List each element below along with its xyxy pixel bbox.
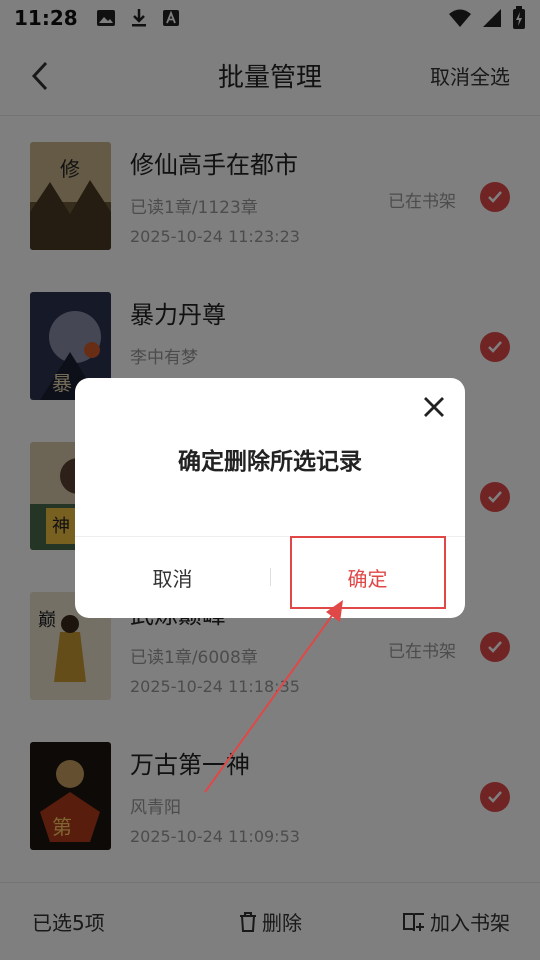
annotation-highlight-box bbox=[290, 536, 446, 609]
dialog-message: 确定删除所选记录 bbox=[178, 449, 362, 475]
close-button[interactable] bbox=[421, 394, 447, 420]
close-icon bbox=[424, 397, 444, 417]
dialog-cancel-button[interactable]: 取消 bbox=[75, 537, 270, 618]
